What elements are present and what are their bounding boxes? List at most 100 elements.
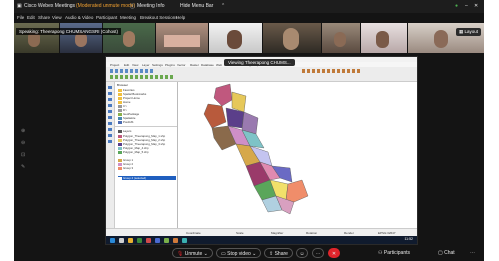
app-icon[interactable] xyxy=(137,237,142,243)
group-photo xyxy=(164,35,200,47)
layer-row-selected[interactable]: Group 4 (selected) xyxy=(118,176,176,180)
chat-button[interactable]: ▢ Chat xyxy=(438,248,455,258)
video-tile[interactable] xyxy=(209,23,262,53)
stop-video-button[interactable]: ▭ Stop video ⌄ xyxy=(216,248,262,258)
rotation-label: Rotation xyxy=(306,231,318,235)
coordinate-label: Coordinate xyxy=(186,231,201,235)
reactions-icon: ☺ xyxy=(299,251,305,257)
minimize-icon[interactable]: – xyxy=(465,3,468,9)
share-screen-icon: ⇪ xyxy=(269,251,274,257)
chat-label: Chat xyxy=(444,250,455,256)
participant-face xyxy=(334,32,346,47)
menu-share[interactable]: Share xyxy=(38,15,50,20)
active-speaker-label: Speaking: Theerapong CHUMSANGSRI (Cohost… xyxy=(16,28,121,35)
windows-taskbar: 11:52 xyxy=(106,236,417,244)
video-strip: Speaking: Theerapong CHUMSANGSRI (Cohost… xyxy=(14,23,484,53)
taskbar-clock: 11:52 xyxy=(404,237,414,241)
qgis-taskbar-icon[interactable] xyxy=(164,237,169,243)
menu-edit[interactable]: Edit xyxy=(27,15,35,20)
windows-start-icon[interactable] xyxy=(110,237,115,243)
layout-button[interactable]: ▦ Layout xyxy=(455,28,481,36)
app-icon[interactable] xyxy=(146,237,151,243)
close-icon[interactable]: ✕ xyxy=(474,3,478,9)
parcel-polygon xyxy=(285,179,309,203)
chevron-down-icon: ⌄ xyxy=(203,251,208,257)
toolbar-icons-row2[interactable] xyxy=(110,75,174,79)
file-explorer-icon[interactable] xyxy=(128,237,133,243)
layer-row[interactable]: Polygon_Map_5.shp xyxy=(118,150,149,154)
menu-help[interactable]: Help xyxy=(176,15,185,20)
viewing-share-label: Viewing Theerapong CHUMS... xyxy=(224,59,295,66)
parcel-polygon xyxy=(203,103,227,129)
participant-face xyxy=(283,28,299,50)
menu-file[interactable]: File xyxy=(17,15,24,20)
more-panels-button[interactable]: ⋯ xyxy=(470,248,475,258)
share-label: Share xyxy=(274,251,288,257)
participant-face xyxy=(123,31,135,47)
video-tile[interactable] xyxy=(156,23,208,53)
layer-row[interactable]: Group 3 xyxy=(118,166,133,170)
video-camera-icon: ▭ xyxy=(221,251,226,257)
share-button[interactable]: ⇪ Share xyxy=(264,248,293,258)
unmute-button[interactable]: 🎙 Unmute ⌄ xyxy=(172,248,213,258)
menu-bar: File Edit Share View Audio & Video Parti… xyxy=(14,13,484,23)
chevron-down-icon: ⌄ xyxy=(252,251,257,257)
leave-meeting-button[interactable]: ✕ xyxy=(328,248,340,258)
zoom-in-icon[interactable]: ⊕ xyxy=(21,128,25,134)
browser-panel-title: Browser xyxy=(117,83,129,87)
participant-face xyxy=(376,31,389,48)
shared-screen[interactable]: Project Edit View Layer Settings Plugins… xyxy=(105,56,418,245)
search-icon[interactable] xyxy=(119,237,124,243)
app-icon[interactable] xyxy=(173,237,178,243)
map-canvas[interactable] xyxy=(178,82,417,228)
menu-participant[interactable]: Participant xyxy=(96,15,117,20)
more-icon: ⋯ xyxy=(315,251,321,257)
crs-label[interactable]: EPSG:32647 xyxy=(378,231,396,235)
panel-divider xyxy=(115,126,177,127)
data-source-icons[interactable] xyxy=(108,86,112,146)
fit-icon[interactable]: ⊡ xyxy=(21,152,25,158)
webex-logo-icon: ▣ xyxy=(17,3,22,9)
annotate-icon[interactable]: ✎ xyxy=(21,164,25,170)
video-tile[interactable] xyxy=(322,23,360,53)
parcel-polygon xyxy=(213,83,233,107)
menu-audio-video[interactable]: Audio & Video xyxy=(65,15,93,20)
webex-window: ▣ Cisco Webex Meetings (Moderated unmute… xyxy=(14,0,484,261)
window-title: Cisco Webex Meetings xyxy=(24,3,76,9)
unmute-label: Unmute xyxy=(184,251,203,257)
title-bar: ▣ Cisco Webex Meetings (Moderated unmute… xyxy=(14,0,484,13)
participant-face xyxy=(227,30,242,49)
video-tile[interactable] xyxy=(361,23,407,53)
grid-icon: ▦ xyxy=(458,29,464,34)
scale-label: Scale xyxy=(236,231,244,235)
chevron-up-icon[interactable]: ⌃ xyxy=(221,3,225,9)
reactions-button[interactable]: ☺ xyxy=(296,248,308,258)
meeting-info-button[interactable]: Meeting Info xyxy=(137,3,165,9)
chat-icon: ▢ xyxy=(438,250,443,256)
qgis-toolbar xyxy=(106,67,417,82)
meeting-info-icon[interactable]: ⓘ xyxy=(130,3,135,10)
menu-view[interactable]: View xyxy=(52,15,62,20)
layers-panel: Browser Favorites Spatial Bookmarks Proj… xyxy=(115,82,178,228)
menu-meeting[interactable]: Meeting xyxy=(120,15,136,20)
app-icon[interactable] xyxy=(182,237,187,243)
menu-breakout-sessions[interactable]: Breakout Sessions xyxy=(140,15,178,20)
more-options-button[interactable]: ⋯ xyxy=(312,248,324,258)
participants-icon: ⚇ xyxy=(378,250,383,256)
qgis-left-toolbar xyxy=(106,82,115,228)
map-svg xyxy=(203,83,309,215)
more-icon: ⋯ xyxy=(470,250,475,256)
parcel-polygon xyxy=(231,91,247,113)
participant-face xyxy=(434,30,448,48)
layer-row[interactable]: PostGIS xyxy=(118,120,133,124)
zoom-out-icon[interactable]: ⊖ xyxy=(21,140,25,146)
toolbar-icons-row3[interactable] xyxy=(302,69,362,73)
layer-row[interactable]: Layers xyxy=(118,129,131,133)
toolbar-icons-row1[interactable] xyxy=(110,69,154,73)
render-checkbox[interactable]: Render xyxy=(344,231,354,235)
participants-button[interactable]: ⚇ Participants xyxy=(378,248,410,258)
app-icon[interactable] xyxy=(155,237,160,243)
hide-menu-bar-button[interactable]: Hide Menu Bar xyxy=(180,3,213,9)
connection-status-icon[interactable]: ● xyxy=(455,3,458,9)
video-tile[interactable] xyxy=(263,23,321,53)
